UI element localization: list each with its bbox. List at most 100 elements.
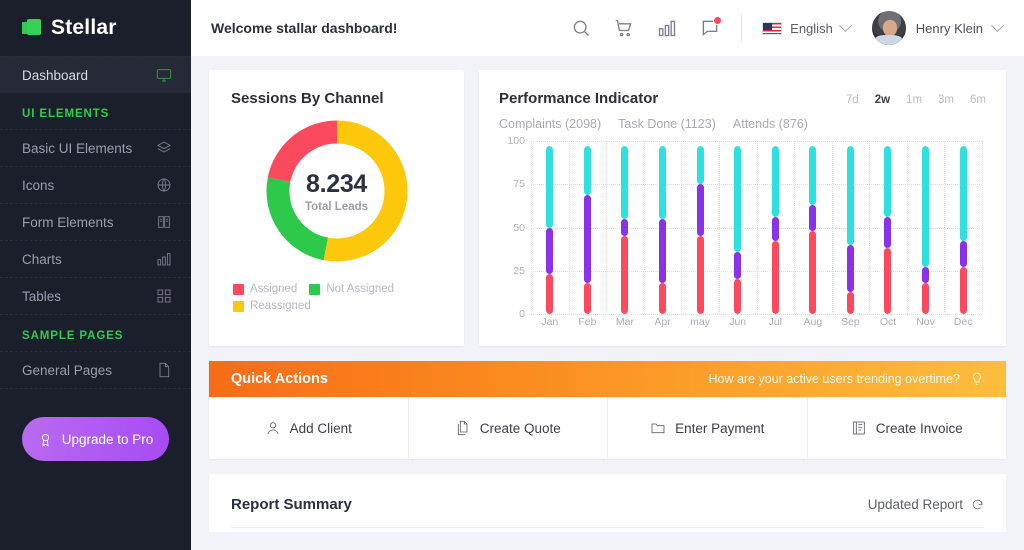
brand[interactable]: Stellar xyxy=(0,0,191,56)
brand-name: Stellar xyxy=(51,16,117,39)
bar-column xyxy=(832,141,870,314)
bar-segment xyxy=(583,194,591,283)
invoice-icon xyxy=(852,421,865,435)
x-tick-label: Sep xyxy=(841,316,860,328)
bar-segment xyxy=(659,146,667,219)
bar-segment xyxy=(659,218,667,283)
quick-action-create-quote[interactable]: Create Quote xyxy=(407,397,608,459)
series-toggle-2[interactable]: Attends (876) xyxy=(733,117,808,131)
sidebar-item-general-pages[interactable]: General Pages xyxy=(0,351,191,388)
notification-badge xyxy=(713,16,723,25)
bar-segment xyxy=(922,282,930,314)
bar-segment xyxy=(546,274,554,314)
cart-icon[interactable] xyxy=(613,17,635,39)
gridline xyxy=(982,141,983,314)
sidebar: Stellar Dashboard UI ELEMENTS Basic UI E… xyxy=(0,0,191,550)
bar-column xyxy=(756,141,794,314)
main-area: Welcome stallar dashboard! English Henry… xyxy=(191,0,1024,550)
performance-bar-chart: 0 25 50 75 100 Jan Feb Mar Apr may Jun Jul Aug Sep Oc… xyxy=(499,135,986,336)
bar-segment xyxy=(621,218,629,237)
time-range-3m[interactable]: 3m xyxy=(938,94,954,106)
time-range-2w[interactable]: 2w xyxy=(875,94,890,106)
series-toggle-1[interactable]: Task Done (1123) xyxy=(618,117,716,131)
series-legend: Complaints (2098) Task Done (1123) Attends… xyxy=(499,117,986,131)
sidebar-item-dashboard[interactable]: Dashboard xyxy=(0,56,191,93)
quick-actions-note: How are your active users trending overt… xyxy=(708,372,960,386)
x-tick-label: Jun xyxy=(729,316,747,328)
upgrade-section: Upgrade to Pro xyxy=(0,389,191,461)
message-icon[interactable] xyxy=(699,16,723,39)
quick-action-create-invoice[interactable]: Create Invoice xyxy=(806,397,1007,459)
bar-segment xyxy=(959,146,967,242)
bar-segment xyxy=(846,146,854,245)
bar-segment xyxy=(546,146,554,228)
x-tick-label: Aug xyxy=(803,316,823,328)
language-selector[interactable]: English xyxy=(762,18,852,36)
card-title: Sessions By Channel xyxy=(231,90,384,107)
grid-icon xyxy=(155,287,173,305)
legend-item: Not Assigned xyxy=(309,283,394,295)
bar-column xyxy=(794,141,832,314)
time-range-6m[interactable]: 6m xyxy=(970,94,986,106)
x-tick-label: may xyxy=(690,316,711,328)
x-tick-label: Jul xyxy=(768,316,782,328)
x-tick-label: Oct xyxy=(879,316,897,328)
user-profile-menu[interactable]: Henry Klein xyxy=(871,11,1004,45)
user-icon xyxy=(267,422,279,435)
bar-segment xyxy=(809,146,817,206)
globe-icon xyxy=(155,176,173,194)
sidebar-item-icons[interactable]: Icons xyxy=(0,166,191,203)
stacked-bar xyxy=(771,146,779,314)
stacked-bar xyxy=(583,146,591,314)
language-label: English xyxy=(790,20,833,36)
quick-action-enter-payment[interactable]: Enter Payment xyxy=(607,397,807,459)
sidebar-item-label: Charts xyxy=(22,251,62,267)
legend-label: Not Assigned xyxy=(326,283,395,295)
sidebar-item-form-elements[interactable]: Form Elements xyxy=(0,203,191,240)
copy-icon xyxy=(457,420,468,436)
bar-segment xyxy=(696,236,704,314)
upgrade-to-pro-button[interactable]: Upgrade to Pro xyxy=(22,417,169,461)
sidebar-item-charts[interactable]: Charts xyxy=(0,240,191,277)
topbar: Welcome stallar dashboard! English Henry… xyxy=(191,0,1024,56)
file-icon xyxy=(155,361,173,379)
x-tick-label: Feb xyxy=(578,316,597,328)
quick-action-add-client[interactable]: Add Client xyxy=(209,397,408,459)
stacked-bar xyxy=(621,146,629,314)
dashboard-app: Stellar Dashboard UI ELEMENTS Basic UI E… xyxy=(0,0,1024,550)
bar-segment xyxy=(809,230,817,314)
x-tick-label: Mar xyxy=(615,316,634,328)
donut-legend: Assigned Not Assigned Reassigned xyxy=(231,283,442,312)
quick-actions-header: Quick Actions How are your active users … xyxy=(209,361,1006,397)
legend-item: Reassigned xyxy=(233,300,311,312)
time-range-1m[interactable]: 1m xyxy=(906,94,922,106)
total-leads-value: 8.234 xyxy=(305,169,368,198)
layers-icon xyxy=(155,139,173,157)
bar-column xyxy=(606,141,644,314)
bar-segment xyxy=(583,282,591,314)
quick-actions-items: Add Client Create Quote Enter Payment Cr… xyxy=(209,397,1006,459)
bar-segment xyxy=(734,251,742,280)
sidebar-item-tables[interactable]: Tables xyxy=(0,277,191,314)
bar-segment xyxy=(809,205,817,231)
bar-segment xyxy=(696,146,704,185)
y-tick-label: 100 xyxy=(507,135,525,147)
series-toggle-0[interactable]: Complaints (2098) xyxy=(499,117,601,131)
search-icon[interactable] xyxy=(570,17,592,39)
sidebar-item-label: General Pages xyxy=(22,362,113,378)
time-range-7d[interactable]: 7d xyxy=(846,94,859,106)
stacked-bar xyxy=(696,146,704,314)
page-title: Welcome stallar dashboard! xyxy=(211,20,398,36)
quick-action-label: Create Invoice xyxy=(875,420,963,436)
refresh-icon[interactable] xyxy=(971,498,984,511)
sidebar-section-sample-pages: SAMPLE PAGES xyxy=(22,330,124,342)
bar-segment xyxy=(621,236,629,314)
bar-column xyxy=(944,141,982,314)
x-tick-label: Jan xyxy=(541,316,559,328)
bar-column xyxy=(719,141,757,314)
sidebar-item-basic-ui-elements[interactable]: Basic UI Elements xyxy=(0,129,191,166)
total-leads-label: Total Leads xyxy=(304,200,369,213)
legend-item: Assigned xyxy=(233,283,297,295)
x-tick-label: Nov xyxy=(916,316,935,328)
bar-chart-icon[interactable] xyxy=(656,17,678,39)
